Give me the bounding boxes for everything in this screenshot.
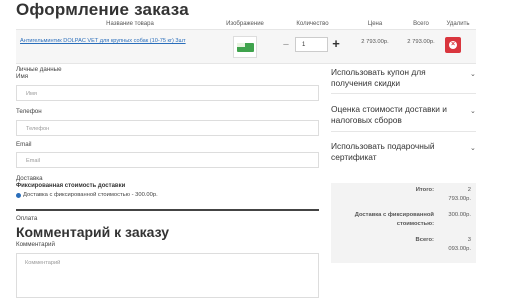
- shipping-estimate-accordion[interactable]: Оценка стоимости доставки и налоговых сб…: [331, 104, 466, 126]
- gift-certificate-accordion[interactable]: Использовать подарочный сертификат: [331, 141, 466, 163]
- name-input[interactable]: Имя: [16, 85, 319, 101]
- item-total: 2 793.00р.: [407, 39, 435, 45]
- grand-total-line2: 093.00р.: [448, 246, 471, 252]
- header-name: Название товара: [106, 21, 154, 27]
- chevron-down-icon[interactable]: ⌄: [470, 144, 476, 152]
- header-remove: Удалить: [446, 21, 470, 27]
- shipping-label-2: стоимостью:: [396, 221, 434, 227]
- comment-textarea[interactable]: Комментарий: [16, 253, 319, 298]
- page-title: Оформление заказа: [16, 0, 189, 19]
- header-image: Изображение: [226, 21, 264, 27]
- item-price: 2 793.00р.: [361, 39, 389, 45]
- delivery-option-label[interactable]: Доставка с фиксированной стоимостью - 30…: [23, 192, 158, 198]
- product-thumbnail[interactable]: [233, 36, 257, 58]
- header-quantity: Количество: [296, 21, 329, 27]
- product-link[interactable]: Антигельминтик DOLPAC VET для крупных со…: [20, 38, 186, 44]
- payment-label: Оплата: [16, 215, 38, 222]
- quantity-decrease-button[interactable]: −: [280, 39, 292, 51]
- subtotal-label: Итого:: [415, 187, 434, 193]
- chevron-down-icon[interactable]: ⌄: [470, 107, 476, 115]
- grand-total-label: Всего:: [415, 237, 434, 243]
- delivery-radio[interactable]: [16, 193, 21, 198]
- delivery-label: Доставка: [16, 175, 43, 182]
- delivery-method-title: Фиксированная стоимость доставки: [16, 183, 126, 189]
- comment-heading: Комментарий к заказу: [16, 224, 169, 240]
- header-total: Всего: [413, 21, 429, 27]
- header-price: Цена: [367, 21, 383, 27]
- close-icon: ×: [449, 41, 457, 49]
- email-input[interactable]: Email: [16, 152, 319, 168]
- personal-data-label: Личные данные: [16, 66, 62, 73]
- divider: [16, 209, 319, 211]
- comment-label: Комментарий: [16, 241, 55, 248]
- phone-input[interactable]: Телефон: [16, 120, 319, 136]
- phone-label: Телефон: [16, 108, 42, 115]
- remove-item-button[interactable]: ×: [445, 37, 461, 53]
- coupon-accordion[interactable]: Использовать купон для получения скидки: [331, 67, 466, 89]
- email-label: Email: [16, 141, 32, 148]
- name-label: Имя: [16, 73, 29, 80]
- chevron-down-icon[interactable]: ⌄: [470, 70, 476, 78]
- subtotal-line2: 793.00р.: [448, 196, 471, 202]
- quantity-input[interactable]: 1: [295, 37, 328, 52]
- quantity-increase-button[interactable]: +: [330, 36, 342, 51]
- shipping-value: 300.00р.: [448, 212, 471, 218]
- shipping-label-1: Доставка с фиксированной: [354, 212, 434, 218]
